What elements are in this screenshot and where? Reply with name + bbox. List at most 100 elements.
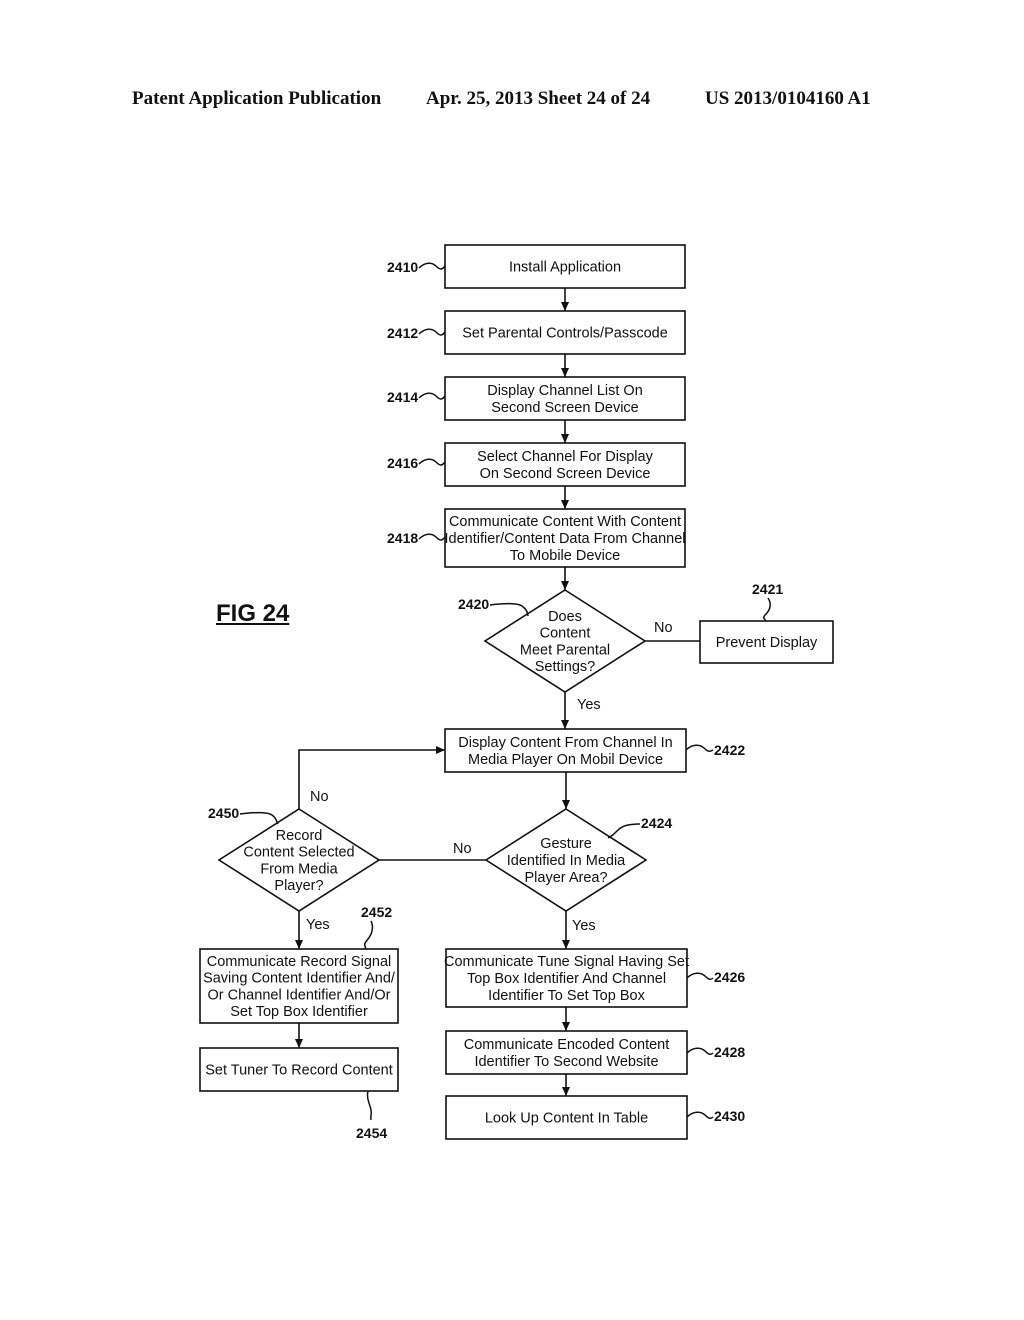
node-2412: Set Parental Controls/Passcode	[444, 310, 686, 355]
leader-line	[762, 597, 771, 622]
node-text-line: Communicate Record Signal	[207, 954, 392, 970]
edge-2420-to-2421: No	[645, 620, 700, 642]
edge-2424-to-2450: No	[379, 841, 486, 861]
node-text-line: Install Application	[509, 260, 621, 276]
reference-numeral-2421: 2421	[752, 581, 783, 622]
leader-line	[418, 458, 446, 466]
leader-line	[686, 1047, 714, 1056]
node-text-line: Communicate Content With Content	[449, 514, 681, 530]
node-text-line: Second Screen Device	[491, 400, 639, 416]
node-text-line: Set Parental Controls/Passcode	[462, 326, 668, 342]
reference-numeral-2416: 2416	[387, 455, 446, 471]
reference-numeral-2426: 2426	[686, 969, 745, 985]
node-text-line: Identified In Media	[507, 853, 626, 869]
reference-number: 2454	[356, 1125, 387, 1141]
edge-label: Yes	[306, 917, 330, 933]
node-2428: Communicate Encoded ContentIdentifier To…	[445, 1030, 688, 1075]
node-text-line: Content Selected	[243, 845, 354, 861]
flowchart: No Yes No Yes No Yes Install Application Set P…	[199, 244, 834, 1141]
node-2421: Prevent Display	[699, 620, 834, 664]
node-2422: Display Content From Channel InMedia Pla…	[444, 728, 687, 773]
leader-line	[607, 823, 641, 839]
node-2418: Communicate Content With ContentIdentifi…	[444, 508, 686, 568]
edge-label: Yes	[572, 918, 596, 934]
edge-label: No	[453, 841, 472, 857]
node-text-line: Saving Content Identifier And/	[203, 971, 396, 987]
reference-number: 2412	[387, 325, 418, 341]
node-2420: DoesContentMeet ParentalSettings?	[483, 589, 647, 693]
node-2410: Install Application	[444, 244, 686, 289]
reference-numeral-2414: 2414	[387, 389, 446, 405]
node-text-line: Or Channel Identifier And/Or	[208, 987, 391, 1003]
reference-number: 2424	[641, 815, 672, 831]
node-text-line: Communicate Encoded Content	[464, 1037, 670, 1053]
node-text-line: Settings?	[535, 659, 595, 675]
reference-numeral-2424: 2424	[607, 815, 672, 839]
node-2414: Display Channel List OnSecond Screen Dev…	[444, 376, 686, 421]
reference-numeral-2452: 2452	[361, 904, 392, 950]
node-text-line: Identifier/Content Data From Channel	[445, 531, 686, 547]
node-text-line: Content	[540, 626, 591, 642]
leader-line	[685, 744, 714, 753]
node-2416: Select Channel For DisplayOn Second Scre…	[444, 442, 686, 487]
reference-numeral-2430: 2430	[686, 1108, 745, 1124]
node-text-line: Display Channel List On	[487, 383, 643, 399]
node-text-line: Media Player On Mobil Device	[468, 752, 663, 768]
node-2424: GestureIdentified In MediaPlayer Area?	[484, 808, 648, 912]
leader-line	[418, 533, 446, 541]
node-text-line: Player?	[274, 878, 323, 894]
leader-line	[418, 328, 446, 336]
node-text-line: Top Box Identifier And Channel	[467, 971, 666, 987]
leader-line	[363, 920, 374, 950]
edge-2424-to-2426: Yes	[562, 911, 596, 949]
reference-number: 2418	[387, 530, 418, 546]
reference-number: 2414	[387, 389, 418, 405]
node-text-line: Player Area?	[524, 870, 607, 886]
leader-line	[239, 811, 279, 825]
reference-number: 2422	[714, 742, 745, 758]
edge-label: No	[310, 789, 329, 805]
leader-line	[686, 1111, 714, 1120]
edge-2450-to-2422: No	[298, 746, 445, 809]
node-text-line: Meet Parental	[520, 642, 610, 658]
node-text-line: Look Up Content In Table	[485, 1111, 648, 1127]
leader-line	[418, 262, 446, 270]
reference-number: 2420	[458, 596, 489, 612]
node-text-line: To Mobile Device	[510, 548, 620, 564]
reference-numeral-2410: 2410	[387, 259, 446, 275]
reference-numeral-2412: 2412	[387, 325, 446, 341]
node-text-line: Identifier To Set Top Box	[488, 988, 645, 1004]
edge-label: No	[654, 620, 673, 636]
reference-numeral-2422: 2422	[685, 742, 745, 758]
leader-line	[686, 972, 714, 981]
node-text-line: Set Top Box Identifier	[230, 1004, 368, 1020]
node-2454: Set Tuner To Record Content	[199, 1047, 399, 1092]
reference-numeral-2454: 2454	[356, 1090, 387, 1141]
leader-line	[366, 1090, 373, 1121]
node-2450: RecordContent SelectedFrom MediaPlayer?	[217, 808, 381, 912]
node-text-line: From Media	[260, 861, 338, 877]
node-2426: Communicate Tune Signal Having SetTop Bo…	[444, 948, 689, 1008]
reference-number: 2428	[714, 1044, 745, 1060]
node-text-line: Communicate Tune Signal Having Set	[444, 954, 689, 970]
reference-number: 2452	[361, 904, 392, 920]
node-text-line: Display Content From Channel In	[458, 735, 672, 751]
leader-line	[418, 392, 446, 400]
reference-number: 2426	[714, 969, 745, 985]
node-text-line: Set Tuner To Record Content	[205, 1063, 393, 1079]
reference-number: 2416	[387, 455, 418, 471]
reference-number: 2421	[752, 581, 783, 597]
node-text-line: Does	[548, 609, 582, 625]
reference-number: 2450	[208, 805, 239, 821]
reference-numeral-2418: 2418	[387, 530, 446, 546]
edge-2420-to-2422: Yes	[561, 692, 601, 729]
node-text-line: Record	[276, 828, 323, 844]
reference-numeral-2450: 2450	[208, 805, 279, 825]
node-text-line: Identifier To Second Website	[474, 1054, 658, 1070]
node-2430: Look Up Content In Table	[445, 1095, 688, 1140]
node-text-line: Prevent Display	[716, 635, 818, 651]
node-2452: Communicate Record SignalSaving Content …	[199, 948, 399, 1024]
reference-numeral-2420: 2420	[458, 596, 529, 617]
reference-number: 2430	[714, 1108, 745, 1124]
edge-2450-to-2452: Yes	[295, 911, 330, 949]
